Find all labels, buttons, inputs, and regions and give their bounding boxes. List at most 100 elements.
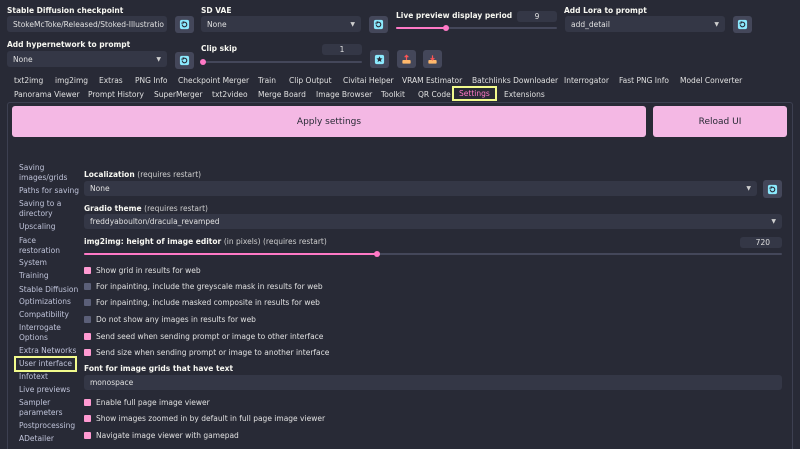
vae-label: SD VAE — [201, 6, 232, 15]
sidebar-item-postprocessing[interactable]: Postprocessing — [19, 421, 79, 431]
checkbox[interactable] — [84, 333, 91, 340]
setting-checkbox-row[interactable]: Show images zoomed in by default in full… — [84, 414, 325, 423]
setting-checkbox-row[interactable]: For inpainting, include the greyscale ma… — [84, 282, 323, 291]
checkbox[interactable] — [84, 432, 91, 439]
hypernetwork-value: None — [13, 54, 33, 64]
localization-dropdown[interactable]: None ▼ — [84, 181, 757, 196]
sidebar-item-live-previews[interactable]: Live previews — [19, 385, 79, 395]
tab-settings[interactable]: Settings — [452, 86, 497, 101]
reload-ui-button[interactable]: Reload UI — [653, 106, 787, 137]
editor-height-input[interactable]: 720 — [740, 237, 782, 248]
sidebar-item-extra-networks[interactable]: Extra Networks — [19, 346, 79, 356]
sidebar-item-stable-diffusion[interactable]: Stable Diffusion — [19, 285, 79, 295]
checkbox[interactable] — [84, 283, 91, 290]
apply-settings-button[interactable]: Apply settings — [12, 106, 646, 137]
checkpoint-value: StokeMcToke/Released/Stoked-Illustratio — [13, 19, 164, 29]
sidebar-item-sampler-parameters[interactable]: Sampler parameters — [19, 398, 79, 418]
tab-prompt-history[interactable]: Prompt History — [88, 90, 144, 99]
tab-checkpoint-merger[interactable]: Checkpoint Merger — [178, 76, 249, 85]
lora-dropdown[interactable]: add_detail ▼ — [565, 16, 725, 32]
lora-label: Add Lora to prompt — [564, 6, 647, 15]
clip-skip-input[interactable]: 1 — [322, 44, 362, 55]
tab-panorama-viewer[interactable]: Panorama Viewer — [14, 90, 80, 99]
refresh-checkpoint-button[interactable] — [175, 16, 194, 33]
gradio-theme-label: Gradio theme (requires restart) — [84, 204, 208, 213]
tab-toolkit[interactable]: Toolkit — [381, 90, 405, 99]
tab-model-converter[interactable]: Model Converter — [680, 76, 742, 85]
gradio-theme-dropdown[interactable]: freddyaboulton/dracula_revamped ▼ — [84, 214, 782, 229]
tab-extras[interactable]: Extras — [99, 76, 123, 85]
chevron-down-icon: ▼ — [771, 218, 776, 225]
setting-checkbox-row[interactable]: Send size when sending prompt or image t… — [84, 348, 329, 357]
checkbox[interactable] — [84, 267, 91, 274]
tab-batchlinks-downloader[interactable]: Batchlinks Downloader — [472, 76, 558, 85]
refresh-vae-button[interactable] — [369, 16, 388, 33]
editor-height-title: img2img: height of image editor — [84, 237, 222, 246]
setting-checkbox-row[interactable]: Do not show any images in results for we… — [84, 315, 256, 324]
tab-fast-png-info[interactable]: Fast PNG Info — [619, 76, 669, 85]
lora-value: add_detail — [571, 19, 610, 29]
tab-interrogator[interactable]: Interrogator — [564, 76, 609, 85]
sidebar-item-compatibility[interactable]: Compatibility — [19, 310, 79, 320]
tab-train[interactable]: Train — [258, 76, 276, 85]
checkbox[interactable] — [84, 415, 91, 422]
refresh-lora-button[interactable] — [733, 16, 752, 33]
tab-civitai-helper[interactable]: Civitai Helper — [343, 76, 394, 85]
checkbox[interactable] — [84, 299, 91, 306]
sidebar-item-optimizations[interactable]: Optimizations — [19, 297, 79, 307]
tab-img2img[interactable]: img2img — [55, 76, 88, 85]
sidebar-item-interrogate-options[interactable]: Interrogate Options — [19, 323, 79, 343]
editor-height-slider[interactable] — [84, 251, 782, 257]
clip-skip-slider[interactable] — [200, 59, 362, 65]
vae-dropdown[interactable]: None ▼ — [201, 16, 361, 32]
tab-extensions[interactable]: Extensions — [504, 90, 545, 99]
refresh-hypernetwork-button[interactable] — [175, 52, 194, 69]
star-icon — [374, 54, 385, 64]
sidebar-item-user-interface[interactable]: User interface — [14, 356, 77, 372]
slider-fill — [84, 253, 377, 255]
setting-checkbox-row[interactable]: Show grid in results for web — [84, 266, 201, 275]
sidebar-item-saving-images-grids[interactable]: Saving images/grids — [19, 163, 79, 183]
tab-image-browser[interactable]: Image Browser — [316, 90, 372, 99]
tab-clip-output[interactable]: Clip Output — [289, 76, 332, 85]
apply-clip-button[interactable] — [370, 50, 389, 68]
checkbox[interactable] — [84, 316, 91, 323]
tab-vram-estimator[interactable]: VRAM Estimator — [402, 76, 462, 85]
font-input[interactable]: monospace — [84, 375, 782, 390]
setting-checkbox-row[interactable]: Navigate image viewer with gamepad — [84, 431, 239, 440]
slider-thumb[interactable] — [443, 25, 449, 31]
tab-qr-code[interactable]: QR Code — [418, 90, 451, 99]
clip-skip-label: Clip skip — [201, 44, 238, 53]
sidebar-item-adetailer[interactable]: ADetailer — [19, 434, 79, 444]
editor-height-label: img2img: height of image editor (in pixe… — [84, 237, 327, 246]
slider-track — [203, 61, 362, 63]
sidebar-item-training[interactable]: Training — [19, 271, 79, 281]
checkbox[interactable] — [84, 349, 91, 356]
preview-period-slider[interactable] — [396, 25, 557, 31]
preview-period-label: Live preview display period — [396, 11, 513, 20]
sidebar-item-infotext[interactable]: Infotext — [19, 372, 79, 382]
tab-merge-board[interactable]: Merge Board — [258, 90, 306, 99]
setting-checkbox-row[interactable]: Send seed when sending prompt or image t… — [84, 332, 323, 341]
refresh-localization-button[interactable] — [763, 180, 782, 198]
tab-supermerger[interactable]: SuperMerger — [154, 90, 202, 99]
gradio-theme-note: (requires restart) — [144, 204, 208, 213]
checkbox[interactable] — [84, 399, 91, 406]
setting-checkbox-row[interactable]: For inpainting, include masked composite… — [84, 298, 320, 307]
upload-button[interactable] — [397, 50, 416, 68]
tab-txt2video[interactable]: txt2video — [212, 90, 248, 99]
tab-txt2img[interactable]: txt2img — [14, 76, 43, 85]
sidebar-item-upscaling[interactable]: Upscaling — [19, 222, 79, 232]
hypernetwork-dropdown[interactable]: None ▼ — [7, 51, 167, 67]
download-button[interactable] — [423, 50, 442, 68]
sidebar-item-paths-for-saving[interactable]: Paths for saving — [19, 186, 79, 196]
setting-checkbox-row[interactable]: Enable full page image viewer — [84, 398, 210, 407]
preview-period-input[interactable]: 9 — [517, 11, 557, 22]
sidebar-item-system[interactable]: System — [19, 258, 79, 268]
tab-png-info[interactable]: PNG Info — [135, 76, 168, 85]
sidebar-item-face-restoration[interactable]: Face restoration — [19, 236, 79, 256]
slider-thumb[interactable] — [200, 59, 206, 65]
slider-thumb[interactable] — [374, 251, 380, 257]
sidebar-item-saving-to-a-directory[interactable]: Saving to a directory — [19, 199, 79, 219]
checkpoint-dropdown[interactable]: StokeMcToke/Released/Stoked-Illustratio▼ — [7, 16, 167, 32]
